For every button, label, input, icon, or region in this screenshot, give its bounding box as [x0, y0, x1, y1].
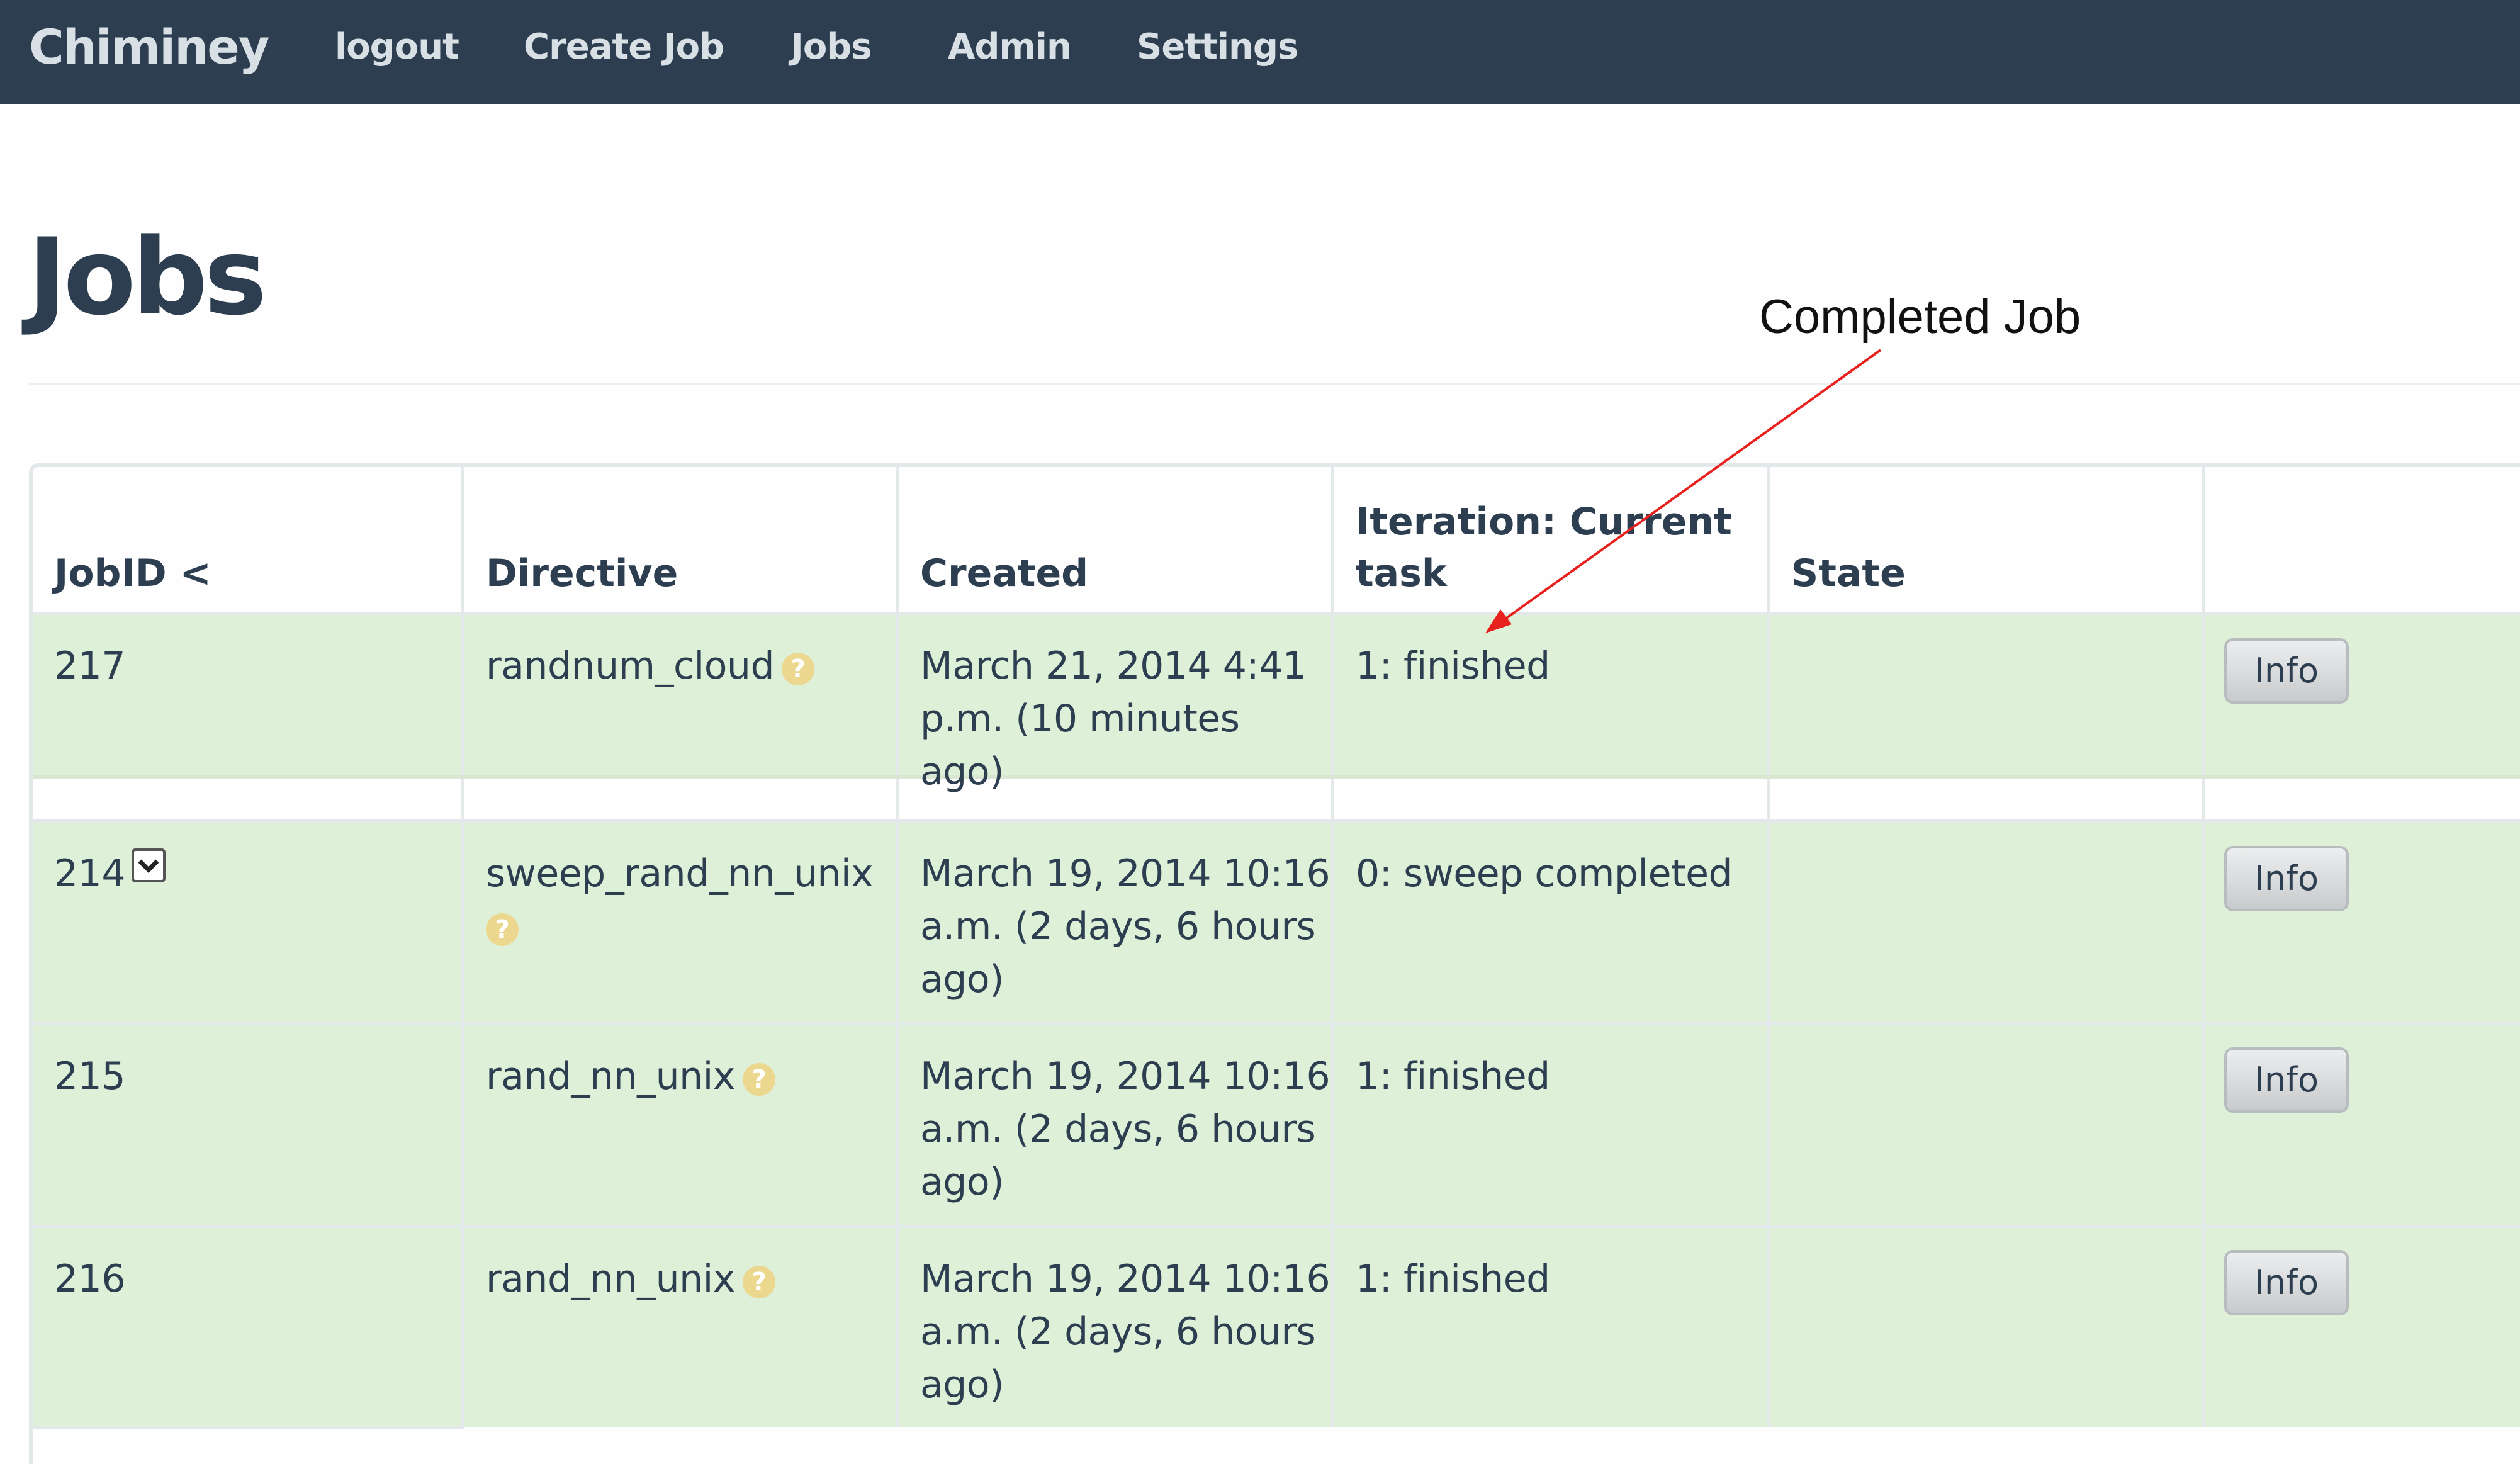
- cell-directive: rand_nn_unix?: [464, 1253, 897, 1305]
- info-button[interactable]: Info: [2224, 1250, 2349, 1315]
- help-icon[interactable]: ?: [742, 1063, 775, 1096]
- cell-jobid: 214: [33, 847, 463, 900]
- top-navbar: Chiminey logout Create Job Jobs Admin Se…: [0, 0, 2520, 104]
- info-button[interactable]: Info: [2224, 846, 2349, 911]
- row-divider: [33, 1225, 2520, 1228]
- cell-iteration: 1: finished: [1356, 644, 1550, 688]
- cell-directive: sweep_rand_nn_unix ?: [464, 847, 897, 953]
- help-icon[interactable]: ?: [742, 1266, 775, 1298]
- cell-directive: rand_nn_unix?: [464, 1050, 897, 1103]
- row-divider: [33, 819, 2520, 823]
- header-directive: Directive: [486, 551, 678, 595]
- directive-name: randnum_cloud: [486, 644, 775, 688]
- header-jobid[interactable]: JobID <: [33, 467, 463, 613]
- directive-name: rand_nn_unix: [486, 1054, 735, 1098]
- chevron-down-icon: [138, 859, 159, 873]
- cell-jobid: 217: [54, 644, 126, 688]
- header-created: Created: [920, 551, 1089, 595]
- directive-name: rand_nn_unix: [486, 1257, 735, 1301]
- info-button[interactable]: Info: [2224, 638, 2349, 704]
- page-title: Jobs: [28, 215, 267, 339]
- nav-create-job[interactable]: Create Job: [524, 13, 724, 82]
- directive-name: sweep_rand_nn_unix: [486, 852, 874, 896]
- cell-jobid: 216: [54, 1257, 126, 1301]
- nav-jobs[interactable]: Jobs: [790, 13, 872, 82]
- completed-job-annotation: Completed Job: [1759, 290, 2081, 344]
- info-button[interactable]: Info: [2224, 1047, 2349, 1113]
- cell-directive: randnum_cloud?: [464, 639, 897, 692]
- header-iteration: Iteration: Current task: [1356, 500, 1732, 595]
- cell-iteration: 1: finished: [1356, 1257, 1550, 1301]
- cell-jobid: 215: [54, 1054, 126, 1098]
- column-divider: [2202, 467, 2205, 1427]
- cell-created: March 19, 2014 10:16 a.m. (2 days, 6 hou…: [920, 1257, 1330, 1407]
- header-divider: [33, 612, 2520, 615]
- header-state: State: [1791, 551, 1906, 595]
- expand-toggle[interactable]: [132, 848, 166, 882]
- row-divider: [33, 1022, 2520, 1025]
- brand-logo[interactable]: Chiminey: [29, 13, 269, 82]
- cell-created: March 21, 2014 4:41 p.m. (10 minutes ago…: [920, 644, 1307, 794]
- header-actions: [2205, 467, 2520, 613]
- cell-created: March 19, 2014 10:16 a.m. (2 days, 6 hou…: [920, 852, 1330, 1001]
- cell-created: March 19, 2014 10:16 a.m. (2 days, 6 hou…: [920, 1054, 1330, 1204]
- help-icon[interactable]: ?: [486, 913, 519, 946]
- cell-iteration: 1: finished: [1356, 1054, 1550, 1098]
- nav-admin[interactable]: Admin: [948, 13, 1072, 82]
- help-icon[interactable]: ?: [782, 653, 815, 685]
- title-divider: [29, 383, 2520, 385]
- cell-iteration: 0: sweep completed: [1356, 852, 1733, 896]
- nav-settings[interactable]: Settings: [1137, 13, 1298, 82]
- nav-logout[interactable]: logout: [335, 13, 459, 82]
- row-divider: [33, 1426, 464, 1429]
